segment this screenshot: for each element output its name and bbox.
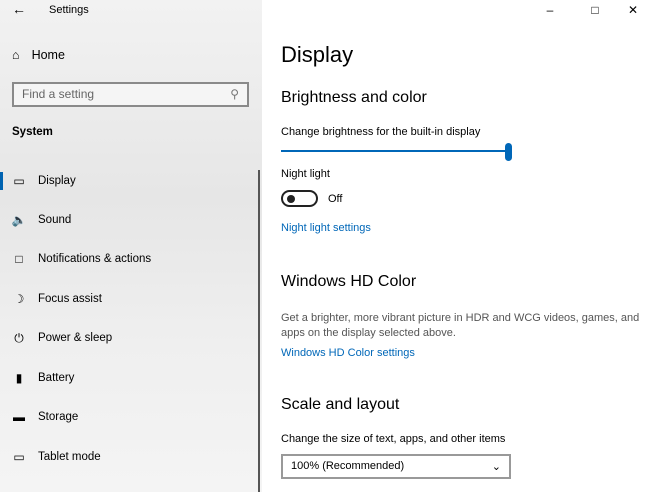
sidebar-item-power-sleep[interactable]: ⏻ Power & sleep	[0, 323, 258, 353]
page-title: Display	[281, 42, 354, 67]
hdr-heading: Windows HD Color	[281, 273, 417, 290]
monitor-icon: ▭	[13, 174, 25, 188]
window-title: Settings	[49, 4, 89, 16]
close-button[interactable]: ✕	[618, 0, 648, 20]
power-icon: ⏻	[14, 330, 24, 345]
sidebar-item-notifications[interactable]: □ Notifications & actions	[0, 244, 258, 274]
notification-icon: □	[15, 252, 23, 266]
sidebar-scrollbar[interactable]	[258, 170, 260, 492]
night-light-label: Night light	[281, 168, 330, 180]
hdr-description: Get a brighter, more vibrant picture in …	[281, 312, 640, 339]
section-heading: System	[12, 126, 53, 138]
sidebar-item-storage[interactable]: ▬ Storage	[0, 402, 258, 432]
nav-label: Display	[38, 175, 76, 187]
sidebar-item-tablet-mode[interactable]: ▭ Tablet mode	[0, 442, 258, 472]
night-light-toggle[interactable]	[281, 190, 318, 207]
minimize-button[interactable]: –	[535, 0, 565, 20]
home-icon: ⌂	[12, 48, 20, 62]
sidebar-item-focus-assist[interactable]: ☽ Focus assist	[0, 284, 258, 314]
brightness-slider-track[interactable]	[281, 150, 511, 152]
brightness-label: Change brightness for the built-in displ…	[281, 126, 481, 138]
back-arrow-icon[interactable]: ←	[12, 1, 26, 17]
search-icon: ⚲	[230, 87, 239, 101]
scale-dropdown[interactable]: 100% (Recommended) ⌄	[281, 454, 511, 479]
tablet-icon: ▭	[13, 450, 25, 464]
sidebar: ← Settings ⌂ Home Find a setting ⚲ System …	[0, 0, 262, 492]
night-light-state: Off	[328, 193, 343, 205]
night-light-settings-link[interactable]: Night light settings	[281, 222, 371, 234]
hdr-settings-link[interactable]: Windows HD Color settings	[281, 347, 415, 359]
nav-label: Sound	[38, 214, 72, 226]
storage-icon: ▬	[13, 410, 25, 424]
sidebar-home[interactable]: ⌂ Home	[12, 48, 65, 62]
search-placeholder: Find a setting	[22, 87, 95, 101]
nav-label: Focus assist	[38, 293, 102, 305]
brightness-heading: Brightness and color	[281, 89, 427, 106]
nav-label: Battery	[38, 372, 75, 384]
sidebar-item-display[interactable]: ▭ Display	[0, 166, 258, 196]
battery-icon: ▮	[15, 371, 23, 385]
home-label: Home	[31, 48, 65, 62]
scale-heading: Scale and layout	[281, 396, 400, 413]
speaker-icon: 🔈	[11, 213, 27, 227]
chevron-down-icon: ⌄	[491, 461, 501, 473]
nav-label: Storage	[38, 411, 79, 423]
moon-icon: ☽	[13, 292, 25, 306]
nav-label: Tablet mode	[38, 451, 101, 463]
scale-label: Change the size of text, apps, and other…	[281, 433, 506, 445]
nav-label: Notifications & actions	[38, 253, 152, 265]
sidebar-item-battery[interactable]: ▮ Battery	[0, 363, 258, 393]
main-content: – □ ✕ Display Brightness and color Chang…	[262, 0, 650, 492]
search-input[interactable]: Find a setting ⚲	[12, 82, 249, 107]
maximize-button[interactable]: □	[580, 0, 610, 20]
sidebar-item-sound[interactable]: 🔈 Sound	[0, 205, 258, 235]
brightness-slider-thumb[interactable]	[505, 143, 512, 161]
nav-label: Power & sleep	[38, 332, 113, 344]
scale-value: 100% (Recommended)	[291, 460, 405, 472]
